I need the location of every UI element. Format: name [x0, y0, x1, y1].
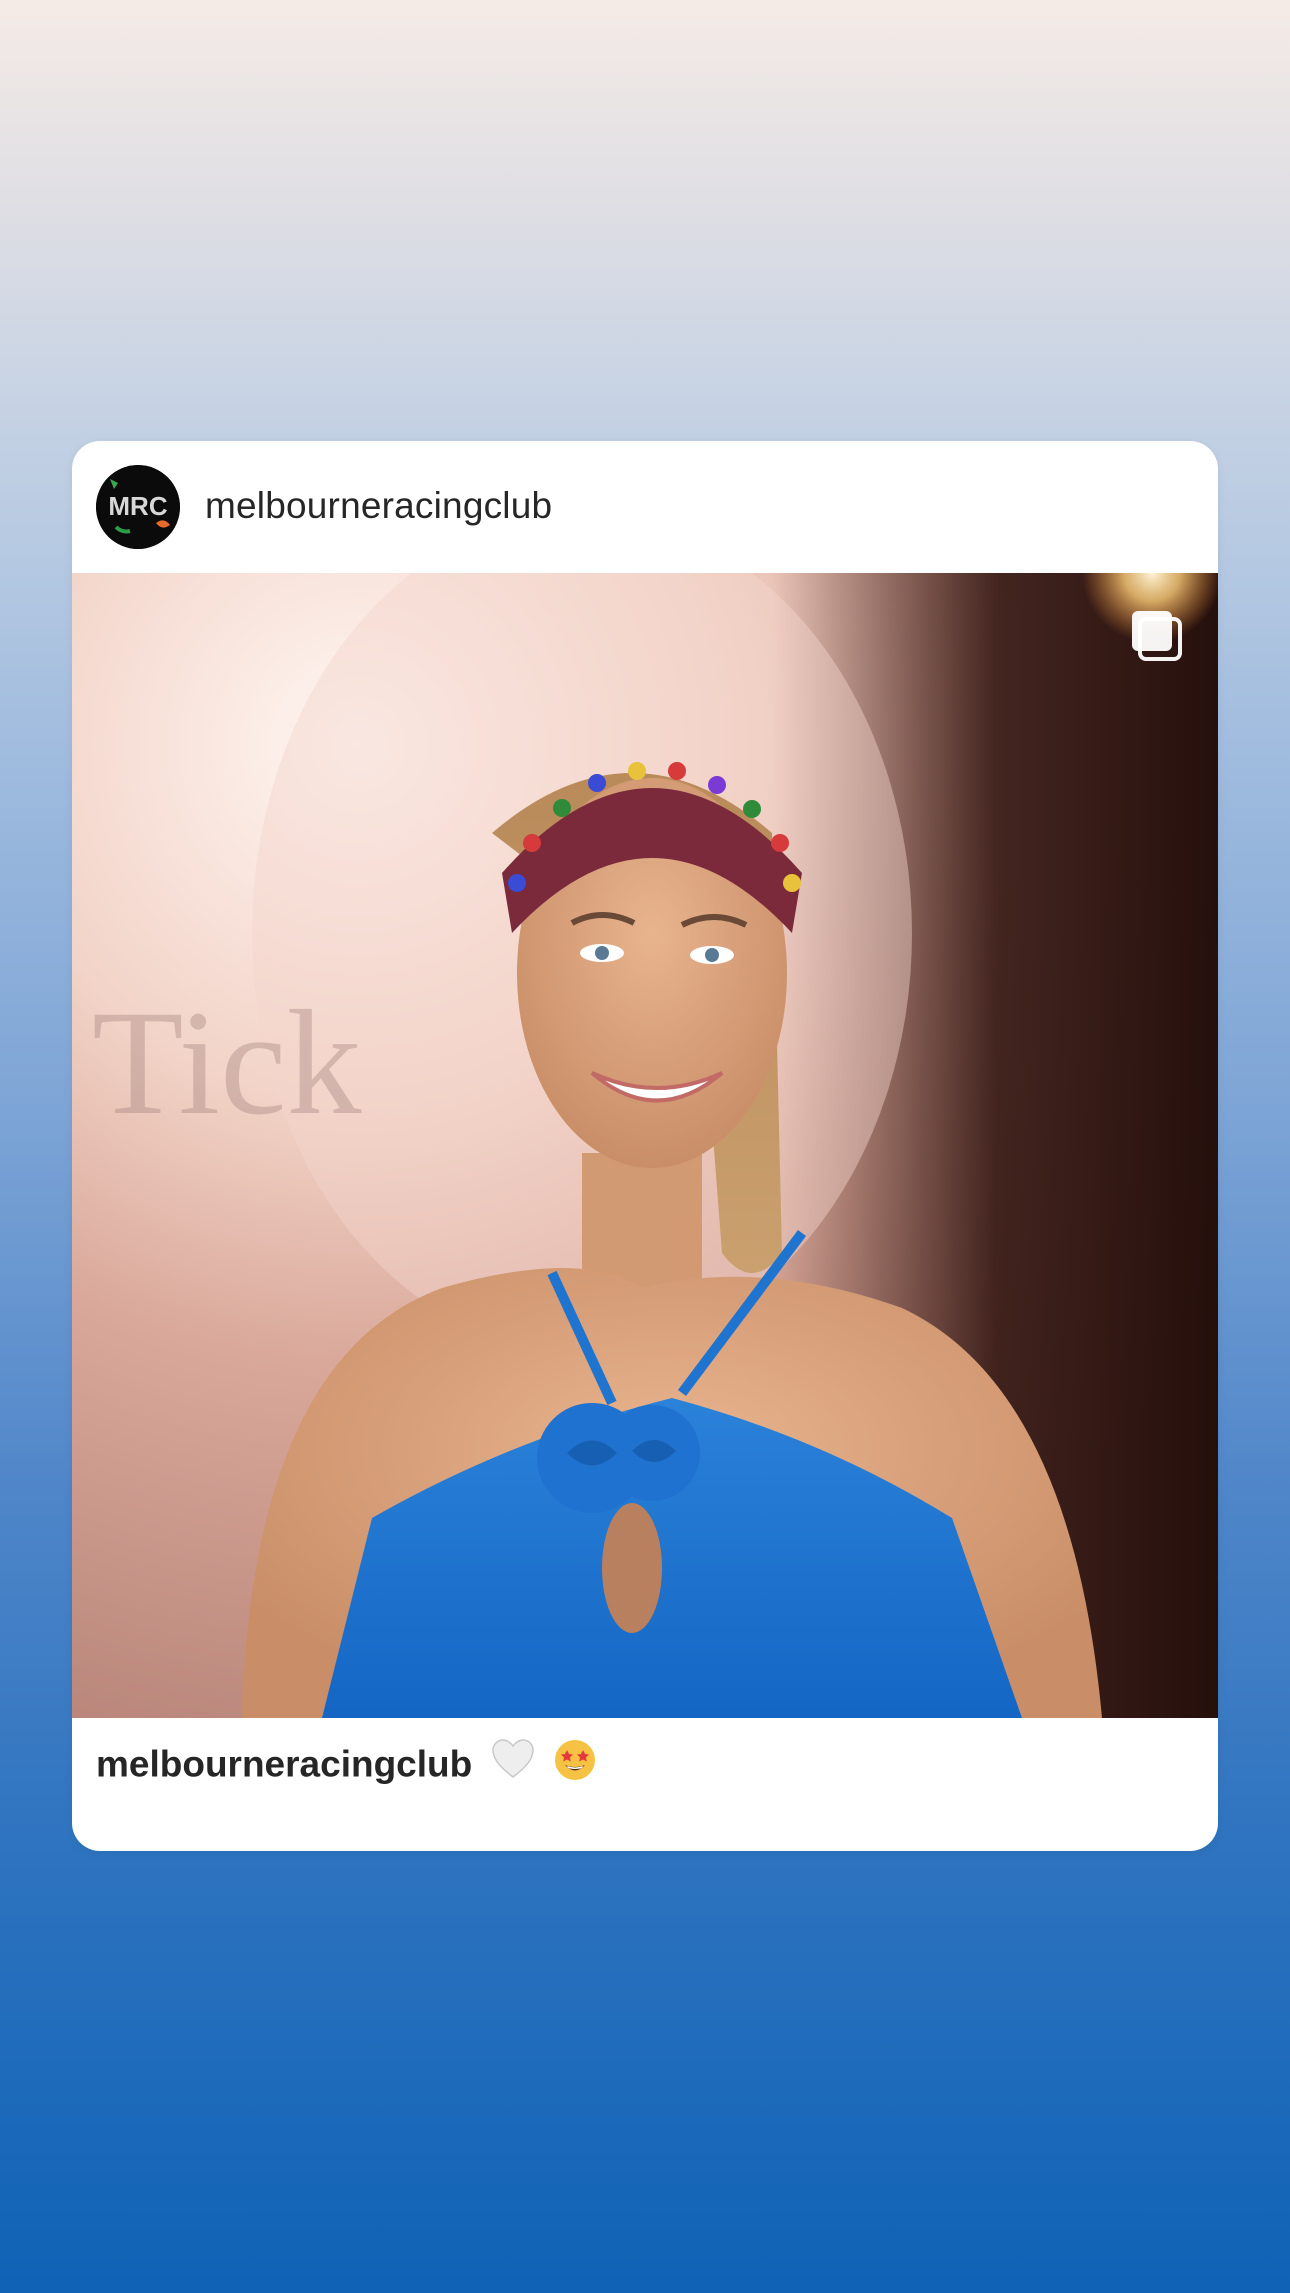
- post-caption: melbourneracingclub: [96, 1738, 597, 1795]
- post-photo[interactable]: Tick: [72, 573, 1218, 1718]
- avatar[interactable]: MRC: [96, 465, 180, 549]
- story-post-card[interactable]: MRC melbourneracingclub Tick melbournera…: [72, 441, 1218, 1851]
- portrait-photo: Tick: [72, 573, 1218, 1718]
- svg-text:MRC: MRC: [108, 491, 167, 521]
- svg-text:Tick: Tick: [92, 980, 362, 1146]
- white-heart-icon: [491, 1738, 535, 1795]
- star-struck-face-icon: [553, 1738, 597, 1795]
- mrc-logo-icon: MRC: [96, 465, 180, 549]
- caption-username[interactable]: melbourneracingclub: [96, 1743, 472, 1784]
- post-header: MRC melbourneracingclub: [72, 441, 1218, 573]
- post-username[interactable]: melbourneracingclub: [205, 481, 552, 531]
